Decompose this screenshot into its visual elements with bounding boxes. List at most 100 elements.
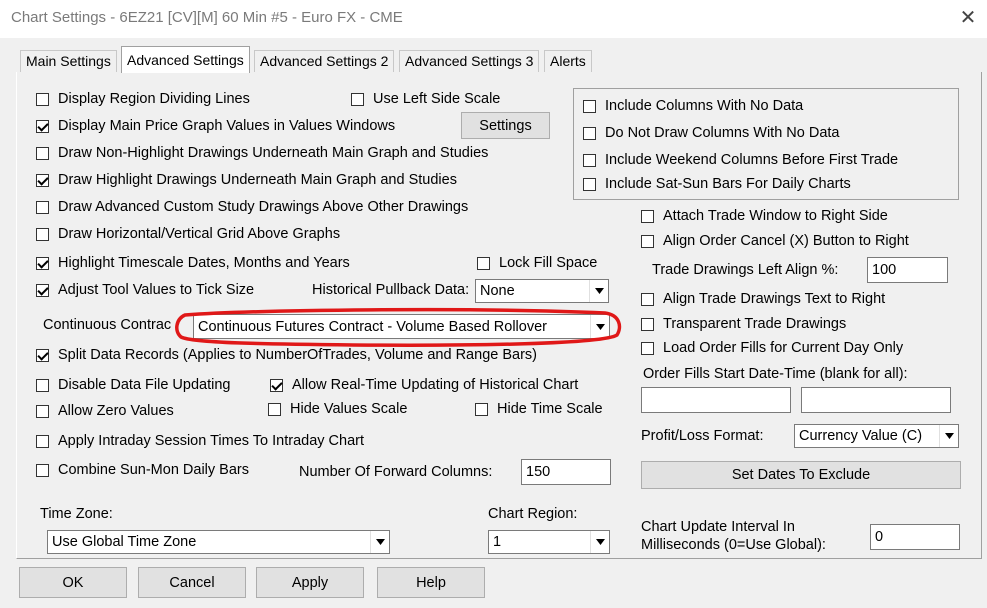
tab-advanced-settings-3[interactable]: Advanced Settings 3 [399, 50, 540, 72]
historical-pullback-label: Historical Pullback Data: [312, 282, 470, 298]
hide-time-scale-checkbox[interactable]: Hide Time Scale [475, 401, 603, 417]
draw-advanced-custom-checkbox[interactable]: Draw Advanced Custom Study Drawings Abov… [36, 199, 468, 215]
historical-pullback-select[interactable]: None [475, 279, 609, 303]
chevron-down-icon[interactable] [370, 531, 389, 553]
checkbox-box[interactable] [641, 317, 654, 331]
checkbox-label: Draw Advanced Custom Study Drawings Abov… [58, 199, 469, 215]
settings-button[interactable]: Settings [461, 112, 550, 139]
forward-columns-label: Number Of Forward Columns: [299, 464, 493, 480]
checkbox-box[interactable] [36, 283, 49, 297]
checkbox-label: Highlight Timescale Dates, Months and Ye… [58, 255, 350, 271]
tab-main-settings[interactable]: Main Settings [20, 50, 117, 72]
checkbox-label: Apply Intraday Session Times To Intraday… [58, 433, 364, 449]
tab-advanced-settings[interactable]: Advanced Settings [121, 46, 250, 73]
time-zone-select[interactable]: Use Global Time Zone [47, 530, 390, 554]
checkbox-box[interactable] [36, 146, 49, 160]
apply-button[interactable]: Apply [256, 567, 364, 598]
checkbox-label: Align Trade Drawings Text to Right [663, 291, 886, 307]
checkbox-box[interactable] [36, 256, 49, 270]
allow-zero-values-checkbox[interactable]: Allow Zero Values [36, 403, 174, 419]
align-trade-drawings-text-checkbox[interactable]: Align Trade Drawings Text to Right [641, 291, 885, 307]
align-order-cancel-checkbox[interactable]: Align Order Cancel (X) Button to Right [641, 233, 909, 249]
checkbox-box[interactable] [36, 404, 49, 418]
checkbox-label: Hide Time Scale [497, 401, 603, 417]
disable-data-file-updating-checkbox[interactable]: Disable Data File Updating [36, 377, 230, 393]
checkbox-box[interactable] [351, 92, 364, 106]
checkbox-box[interactable] [583, 153, 596, 167]
checkbox-label: Draw Non-Highlight Drawings Underneath M… [58, 145, 489, 161]
checkbox-box[interactable] [36, 119, 49, 133]
lock-fill-space-checkbox[interactable]: Lock Fill Space [477, 255, 597, 271]
do-not-draw-columns-checkbox[interactable]: Do Not Draw Columns With No Data [583, 125, 840, 141]
checkbox-box[interactable] [36, 173, 49, 187]
transparent-trade-drawings-checkbox[interactable]: Transparent Trade Drawings [641, 316, 846, 332]
update-interval-label-line-2: Milliseconds (0=Use Global): [641, 537, 826, 553]
load-order-fills-checkbox[interactable]: Load Order Fills for Current Day Only [641, 340, 903, 356]
update-interval-label-line-1: Chart Update Interval In [641, 519, 795, 535]
checkbox-box[interactable] [36, 434, 49, 448]
checkbox-label: Combine Sun-Mon Daily Bars [58, 462, 249, 478]
order-fills-start-input[interactable] [641, 387, 791, 413]
cancel-button[interactable]: Cancel [138, 567, 246, 598]
chevron-down-icon[interactable] [939, 425, 958, 447]
checkbox-box[interactable] [36, 348, 49, 362]
checkbox-box[interactable] [641, 209, 654, 223]
checkbox-label: Align Order Cancel (X) Button to Right [663, 233, 909, 249]
chart-region-select[interactable]: 1 [488, 530, 610, 554]
checkbox-label: Attach Trade Window to Right Side [663, 208, 888, 224]
checkbox-box[interactable] [36, 227, 49, 241]
checkbox-box[interactable] [641, 341, 654, 355]
display-main-price-values-checkbox[interactable]: Display Main Price Graph Values in Value… [36, 118, 395, 134]
display-region-dividing-lines-checkbox[interactable]: Display Region Dividing Lines [36, 91, 250, 107]
checkbox-box[interactable] [477, 256, 490, 270]
trade-drawings-left-align-label: Trade Drawings Left Align %: [652, 262, 839, 278]
chevron-down-icon[interactable] [589, 280, 608, 302]
order-fills-end-input[interactable] [801, 387, 951, 413]
checkbox-box[interactable] [36, 378, 49, 392]
adjust-tool-values-checkbox[interactable]: Adjust Tool Values to Tick Size [36, 282, 254, 298]
checkbox-label: Use Left Side Scale [373, 91, 501, 107]
trade-drawings-left-align-input[interactable]: 100 [867, 257, 948, 283]
checkbox-label: Draw Horizontal/Vertical Grid Above Grap… [58, 226, 341, 242]
include-weekend-columns-checkbox[interactable]: Include Weekend Columns Before First Tra… [583, 152, 898, 168]
apply-intraday-session-checkbox[interactable]: Apply Intraday Session Times To Intraday… [36, 433, 364, 449]
checkbox-box[interactable] [583, 177, 596, 191]
checkbox-box[interactable] [641, 292, 654, 306]
draw-grid-above-checkbox[interactable]: Draw Horizontal/Vertical Grid Above Grap… [36, 226, 340, 242]
checkbox-box[interactable] [583, 99, 596, 113]
draw-non-highlight-checkbox[interactable]: Draw Non-Highlight Drawings Underneath M… [36, 145, 488, 161]
hide-values-scale-checkbox[interactable]: Hide Values Scale [268, 401, 407, 417]
checkbox-box[interactable] [268, 402, 281, 416]
highlight-timescale-checkbox[interactable]: Highlight Timescale Dates, Months and Ye… [36, 255, 350, 271]
attach-trade-window-checkbox[interactable]: Attach Trade Window to Right Side [641, 208, 888, 224]
checkbox-label: Lock Fill Space [499, 255, 598, 271]
chevron-down-icon[interactable] [590, 531, 609, 553]
set-dates-to-exclude-button[interactable]: Set Dates To Exclude [641, 461, 961, 489]
checkbox-box[interactable] [36, 200, 49, 214]
draw-highlight-checkbox[interactable]: Draw Highlight Drawings Underneath Main … [36, 172, 457, 188]
checkbox-box[interactable] [270, 378, 283, 392]
checkbox-box[interactable] [36, 92, 49, 106]
checkbox-label: Load Order Fills for Current Day Only [663, 340, 904, 356]
checkbox-box[interactable] [475, 402, 488, 416]
checkbox-box[interactable] [36, 463, 49, 477]
time-zone-label: Time Zone: [40, 506, 113, 522]
use-left-side-scale-checkbox[interactable]: Use Left Side Scale [351, 91, 500, 107]
split-data-records-checkbox[interactable]: Split Data Records (Applies to NumberOfT… [36, 347, 537, 363]
forward-columns-input[interactable]: 150 [521, 459, 611, 485]
include-columns-no-data-checkbox[interactable]: Include Columns With No Data [583, 98, 803, 114]
ok-button[interactable]: OK [19, 567, 127, 598]
close-icon[interactable]: ✕ [958, 6, 978, 30]
continuous-contract-label: Continuous Contrac [43, 317, 172, 333]
combine-sun-mon-checkbox[interactable]: Combine Sun-Mon Daily Bars [36, 462, 249, 478]
include-sat-sun-bars-checkbox[interactable]: Include Sat-Sun Bars For Daily Charts [583, 176, 851, 192]
checkbox-box[interactable] [583, 126, 596, 140]
help-button[interactable]: Help [377, 567, 485, 598]
tab-advanced-settings-2[interactable]: Advanced Settings 2 [254, 50, 395, 72]
red-highlight-annotation [175, 307, 622, 347]
checkbox-box[interactable] [641, 234, 654, 248]
allow-realtime-updating-checkbox[interactable]: Allow Real-Time Updating of Historical C… [270, 377, 578, 393]
profit-loss-select[interactable]: Currency Value (C) [794, 424, 959, 448]
update-interval-input[interactable]: 0 [870, 524, 960, 550]
tab-alerts[interactable]: Alerts [544, 50, 592, 72]
